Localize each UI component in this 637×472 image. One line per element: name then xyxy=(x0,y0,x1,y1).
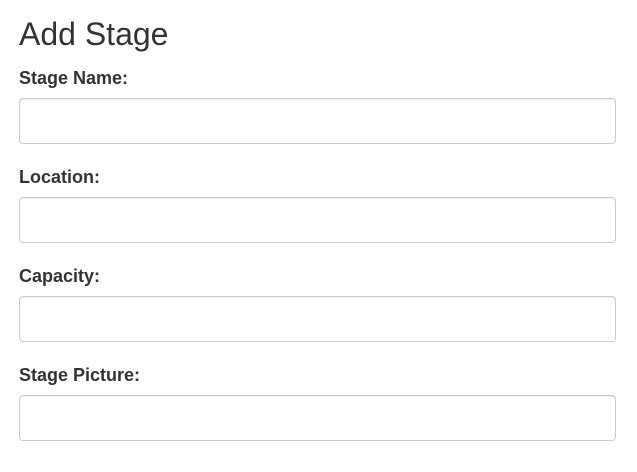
stage-name-input[interactable] xyxy=(19,98,616,144)
location-input[interactable] xyxy=(19,197,616,243)
stage-picture-input[interactable] xyxy=(19,395,616,441)
location-label: Location: xyxy=(19,167,100,187)
capacity-input[interactable] xyxy=(19,296,616,342)
stage-name-label: Stage Name: xyxy=(19,68,129,88)
stage-name-group: Stage Name: xyxy=(19,67,616,144)
capacity-label: Capacity: xyxy=(19,266,101,286)
capacity-group: Capacity: xyxy=(19,265,616,342)
stage-picture-label: Stage Picture: xyxy=(19,365,141,385)
page-title: Add Stage xyxy=(19,16,169,52)
stage-picture-group: Stage Picture: xyxy=(19,364,616,441)
location-group: Location: xyxy=(19,166,616,243)
